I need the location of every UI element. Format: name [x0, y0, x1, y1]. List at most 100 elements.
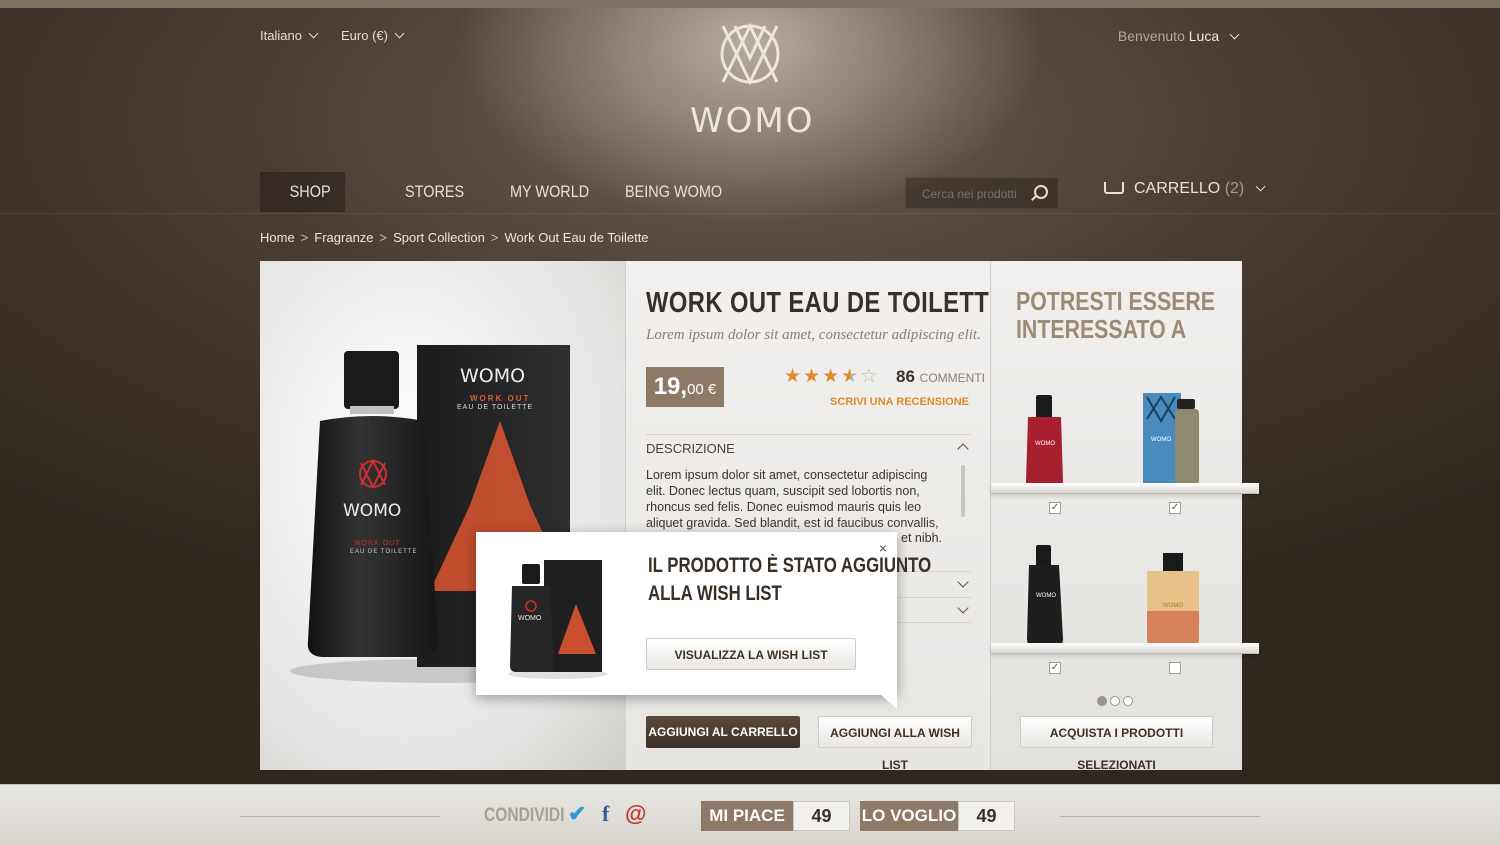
like-count: 49: [793, 801, 850, 831]
nav-being-womo-label: BEING WOMO: [625, 182, 723, 201]
recommended-products-shelf: [1026, 393, 1199, 646]
box-brand: WOMO: [460, 365, 526, 387]
email-icon[interactable]: @: [625, 801, 646, 827]
star-icon: ★: [784, 366, 804, 387]
carousel-dot[interactable]: [1097, 696, 1107, 706]
add-to-cart-button[interactable]: AGGIUNGI AL CARRELLO: [646, 716, 800, 748]
description-accordion-header[interactable]: DESCRIZIONE: [646, 434, 971, 456]
search-icon[interactable]: [1034, 185, 1048, 199]
search-box: [905, 177, 1059, 209]
chevron-down-icon: [957, 576, 969, 588]
recommended-2-brand: WOMO: [1151, 437, 1171, 443]
description-heading: DESCRIZIONE: [646, 441, 735, 456]
nav-divider: [0, 213, 1500, 214]
language-label: Italiano: [260, 28, 302, 43]
star-icon: ★: [803, 366, 823, 387]
recommended-2-checkbox[interactable]: ✓: [1169, 502, 1181, 514]
chevron-up-icon: [957, 443, 969, 455]
popup-thumb-brand: WOMO: [518, 615, 542, 622]
view-wishlist-button[interactable]: VISUALIZZA LA WISH LIST: [646, 638, 856, 670]
shelf-bottom: [991, 643, 1259, 654]
price-main: 19,: [653, 373, 688, 400]
cart-label: CARRELLO: [1134, 180, 1221, 197]
product-title: WORK OUT EAU DE TOILETTE: [646, 287, 1006, 319]
recommended-3-brand: WOMO: [1036, 593, 1056, 599]
main-nav: SHOP STORES MY WORLD BEING WOMO: [260, 172, 1240, 212]
breadcrumb-home[interactable]: Home: [260, 230, 295, 245]
recommended-1-brand: WOMO: [1035, 441, 1055, 447]
cart-icon: [1104, 182, 1124, 194]
comments-label: COMMENTI: [919, 371, 985, 385]
recommended-4-brand: WOMO: [1163, 603, 1183, 609]
share-label: CONDIVIDI: [484, 805, 565, 826]
popup-title-line2: ALLA WISH LIST: [648, 582, 782, 605]
star-empty-icon: ☆: [860, 366, 880, 387]
want-count: 49: [958, 801, 1015, 831]
breadcrumb-fragranze[interactable]: Fragranze: [314, 230, 373, 245]
chevron-down-icon: [394, 28, 405, 39]
nav-stores-label: STORES: [405, 182, 465, 201]
user-menu[interactable]: Benvenuto Luca: [1117, 28, 1240, 44]
nav-my-world[interactable]: MY WORLD: [510, 172, 589, 212]
chevron-down-icon: [1255, 181, 1266, 192]
chevron-down-icon: [1229, 29, 1240, 40]
user-name: Luca: [1188, 28, 1220, 44]
recommended-3-checkbox[interactable]: ✓: [1049, 662, 1061, 674]
product-subtitle: Lorem ipsum dolor sit amet, consectetur …: [646, 327, 981, 343]
footer-line-right: [1060, 816, 1260, 817]
footer-bar: CONDIVIDI ✔ f @ MI PIACE 49 LO VOGLIO 49: [0, 784, 1500, 845]
comments-link[interactable]: 86 COMMENTI: [896, 367, 985, 387]
twitter-icon[interactable]: ✔: [568, 801, 586, 827]
facebook-icon[interactable]: f: [602, 801, 609, 827]
recommended-1-checkbox[interactable]: ✓: [1049, 502, 1061, 514]
nav-my-world-label: MY WORLD: [510, 182, 590, 201]
price-tag: 19,00 €: [646, 367, 724, 407]
popup-product-thumbnail: [508, 560, 608, 679]
price-cents: 00 €: [687, 381, 717, 398]
cart-count: (2): [1224, 180, 1245, 197]
top-strip: [0, 0, 1500, 8]
comments-count: 86: [896, 367, 915, 386]
star-half-icon: ★: [841, 366, 861, 387]
want-button[interactable]: LO VOGLIO: [860, 801, 958, 831]
carousel-dot[interactable]: [1110, 696, 1120, 706]
logo-text: WOMO: [690, 101, 815, 141]
nav-being-womo[interactable]: BEING WOMO: [625, 172, 722, 212]
nav-shop[interactable]: SHOP: [260, 172, 345, 212]
popup-tail: [881, 695, 897, 709]
box-type: EAU DE TOILETTE: [457, 404, 534, 411]
chevron-down-icon: [308, 28, 319, 39]
bottle-line: WORK OUT: [354, 540, 401, 547]
buy-selected-button[interactable]: ACQUISTA I PRODOTTI SELEZIONATI: [1020, 716, 1213, 772]
currency-label: Euro (€): [341, 28, 388, 43]
currency-selector[interactable]: Euro (€): [341, 28, 405, 43]
brand-logo[interactable]: WOMO: [690, 18, 815, 141]
recommendations-panel: POTRESTI ESSERE INTERESSATO A WOMO WOMO …: [990, 261, 1259, 772]
popup-title-line1: IL PRODOTTO È STATO AGGIUNTO: [648, 554, 932, 577]
bottle-brand: WOMO: [343, 501, 402, 521]
rating-stars[interactable]: ★★★★☆: [784, 365, 879, 388]
language-selector[interactable]: Italiano: [260, 28, 319, 43]
like-button[interactable]: MI PIACE: [701, 801, 793, 831]
cart-button[interactable]: CARRELLO (2): [1104, 180, 1266, 198]
nav-stores[interactable]: STORES: [405, 172, 464, 212]
search-input[interactable]: [920, 186, 1034, 202]
breadcrumb-sport-collection[interactable]: Sport Collection: [393, 230, 485, 245]
chevron-down-icon: [957, 602, 969, 614]
welcome-label: Benvenuto: [1117, 28, 1185, 44]
write-review-link[interactable]: SCRIVI UNA RECENSIONE: [830, 396, 969, 408]
add-to-wishlist-button[interactable]: AGGIUNGI ALLA WISH LIST: [818, 716, 972, 772]
womo-emblem-icon: [720, 22, 780, 86]
nav-shop-label: SHOP: [289, 182, 331, 201]
description-tail: et nibh.: [901, 531, 943, 545]
carousel-pagination: [1097, 693, 1136, 711]
wishlist-confirmation-popup: WOMO × IL PRODOTTO È STATO AGGIUNTO ALLA…: [476, 532, 931, 709]
box-line: WORK OUT: [470, 394, 531, 403]
star-icon: ★: [822, 366, 842, 387]
footer-line-left: [240, 816, 440, 817]
bottle-type: EAU DE TOILETTE: [350, 549, 418, 555]
carousel-dot[interactable]: [1123, 696, 1133, 706]
recommended-4-checkbox[interactable]: [1169, 662, 1181, 674]
shelf-top: [991, 483, 1259, 494]
description-scrollbar[interactable]: [961, 465, 965, 517]
